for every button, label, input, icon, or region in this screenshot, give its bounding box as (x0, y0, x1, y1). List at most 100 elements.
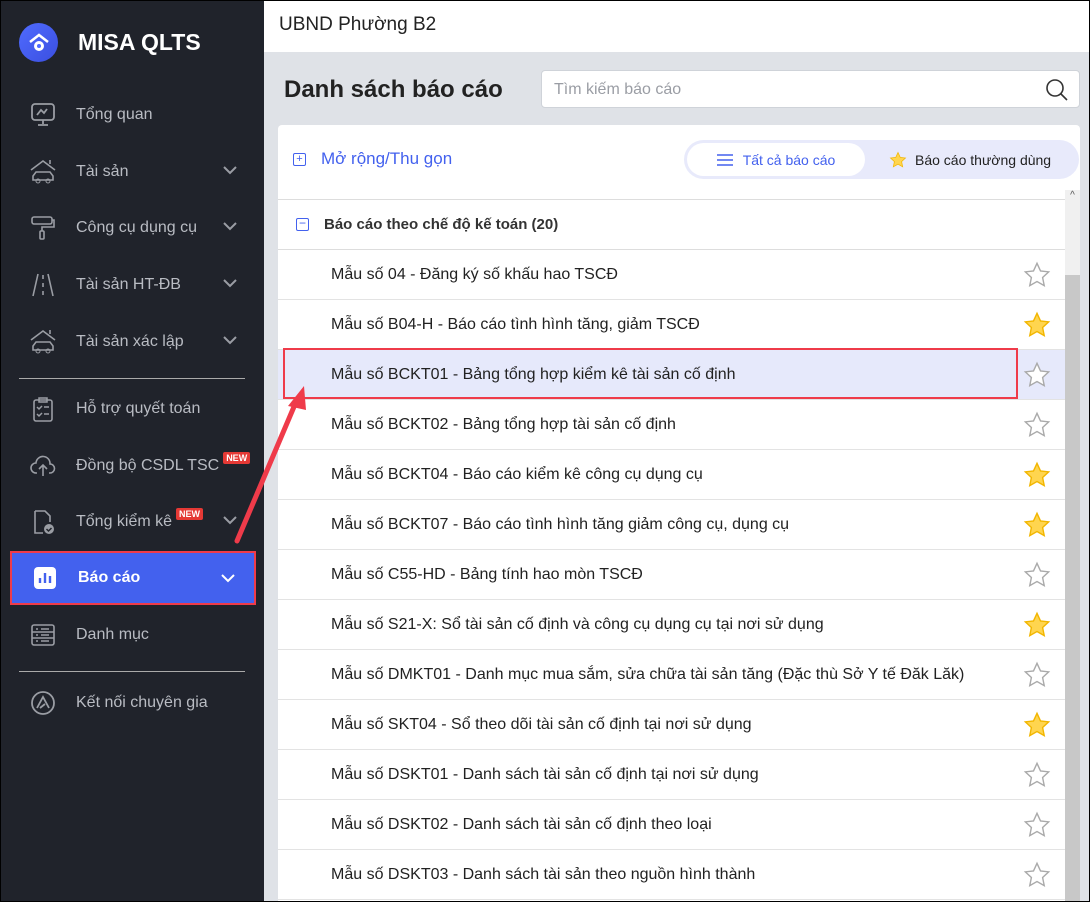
cloud-upload-icon (27, 452, 59, 480)
sidebar-item-2[interactable]: Tài sản (10, 145, 256, 199)
sidebar-item-7[interactable]: Đồng bộ CSDL TSC NEW (10, 439, 256, 493)
sidebar-item-label: Báo cáo (78, 569, 141, 586)
star-icon (889, 151, 907, 168)
search-icon[interactable] (1045, 78, 1069, 102)
star-outline-icon[interactable] (1023, 411, 1051, 439)
minus-square-icon: − (296, 217, 309, 231)
sidebar-item-9[interactable]: Báo cáo (10, 551, 256, 605)
new-badge: NEW (176, 508, 204, 520)
sidebar-item-8[interactable]: Tổng kiểm kê NEW (10, 495, 256, 549)
star-outline-icon[interactable] (1023, 811, 1051, 839)
road-icon (27, 271, 59, 299)
sidebar-item-label: Tài sản HT-ĐB (76, 276, 181, 293)
expert-icon (27, 689, 59, 717)
divider (19, 671, 245, 672)
report-title: Mẫu số DMKT01 - Danh mục mua sắm, sửa ch… (331, 665, 965, 683)
sidebar-item-6[interactable]: Hỗ trợ quyết toán (10, 382, 256, 436)
report-row[interactable]: Mẫu số B04-H - Báo cáo tình hình tăng, g… (278, 300, 1065, 350)
sidebar-item-10[interactable]: Danh mục (10, 608, 256, 662)
chevron-down-icon[interactable] (222, 162, 238, 183)
sidebar-item-label: Tài sản xác lập (76, 333, 184, 350)
star-outline-icon[interactable] (1023, 361, 1051, 389)
tab-all-reports[interactable]: Tất cả báo cáo (687, 143, 865, 176)
house-car-icon (27, 158, 59, 186)
scroll-thumb[interactable] (1065, 275, 1080, 902)
tab-label: Báo cáo thường dùng (915, 151, 1052, 168)
house-car-icon (27, 328, 59, 356)
sidebar-item-4[interactable]: Tài sản HT-ĐB (10, 258, 256, 312)
scrollbar[interactable]: ^ (1065, 190, 1080, 902)
tab-frequent-reports[interactable]: Báo cáo thường dùng (889, 140, 1051, 179)
star-filled-icon[interactable] (1023, 461, 1051, 489)
star-filled-icon[interactable] (1023, 611, 1051, 639)
report-group-header[interactable]: − Báo cáo theo chế độ kế toán (20) (278, 200, 1065, 250)
sidebar-item-label: Hỗ trợ quyết toán (76, 400, 201, 417)
report-list-card: + Mở rộng/Thu gọn Tất cả báo cáo Báo cáo … (278, 125, 1080, 902)
scroll-up-icon[interactable]: ^ (1065, 190, 1080, 205)
report-row[interactable]: Mẫu số BCKT07 - Báo cáo tình hình tăng g… (278, 500, 1065, 550)
report-title: Mẫu số DSKT01 - Danh sách tài sản cố địn… (331, 765, 759, 783)
star-outline-icon[interactable] (1023, 561, 1051, 589)
list-icon (27, 621, 59, 649)
app-name: MISA QLTS (78, 29, 201, 55)
tab-label: Tất cả báo cáo (742, 151, 836, 168)
report-row[interactable]: Mẫu số SKT04 - Sổ theo dõi tài sản cố đị… (278, 700, 1065, 750)
star-filled-icon[interactable] (1023, 711, 1051, 739)
new-badge: NEW (223, 452, 251, 464)
expand-collapse-button[interactable]: + Mở rộng/Thu gọn (293, 149, 452, 169)
report-title: Mẫu số BCKT04 - Báo cáo kiểm kê công cụ … (331, 465, 703, 483)
report-title: Mẫu số BCKT02 - Bảng tổng hợp tài sản cố… (331, 415, 676, 433)
sidebar-item-1[interactable]: Tổng quan (10, 88, 256, 142)
star-outline-icon[interactable] (1023, 861, 1051, 889)
sidebar-item-label: Đồng bộ CSDL TSC (76, 457, 220, 474)
sidebar-item-11[interactable]: Kết nối chuyên gia (10, 676, 256, 730)
star-outline-icon[interactable] (1023, 761, 1051, 789)
sidebar-item-label: Tổng quan (76, 106, 153, 123)
chevron-down-icon[interactable] (222, 512, 238, 533)
star-filled-icon[interactable] (1023, 511, 1051, 539)
sidebar-item-label: Tổng kiểm kê (76, 513, 173, 530)
report-row[interactable]: Mẫu số DSKT03 - Danh sách tài sản theo n… (278, 850, 1065, 900)
logo-house-icon (19, 23, 58, 62)
report-title: Mẫu số B04-H - Báo cáo tình hình tăng, g… (331, 315, 700, 333)
report-row[interactable]: Mẫu số S21-X: Sổ tài sản cố định và công… (278, 600, 1065, 650)
sidebar-item-label: Tài sản (76, 163, 129, 180)
chevron-down-icon[interactable] (222, 218, 238, 239)
search-input[interactable]: Tìm kiếm báo cáo (541, 70, 1080, 108)
document-check-icon (27, 508, 59, 536)
paint-roller-icon (27, 214, 59, 242)
report-title: Mẫu số 04 - Đăng ký số khấu hao TSCĐ (331, 265, 618, 283)
chevron-down-icon[interactable] (222, 332, 238, 353)
chevron-down-icon[interactable] (220, 570, 236, 591)
report-row[interactable]: Mẫu số C55-HD - Bảng tính hao mòn TSCĐ (278, 550, 1065, 600)
report-title: Mẫu số DSKT02 - Danh sách tài sản cố địn… (331, 815, 712, 833)
menu-icon (716, 153, 733, 166)
report-title: Mẫu số BCKT07 - Báo cáo tình hình tăng g… (331, 515, 790, 533)
report-row[interactable]: Mẫu số BCKT04 - Báo cáo kiểm kê công cụ … (278, 450, 1065, 500)
clipboard-check-icon (27, 395, 59, 423)
sidebar-item-label: Danh mục (76, 626, 149, 643)
report-row[interactable]: Mẫu số DSKT01 - Danh sách tài sản cố địn… (278, 750, 1065, 800)
chevron-down-icon[interactable] (222, 275, 238, 296)
report-row[interactable]: Mẫu số BCKT02 - Bảng tổng hợp tài sản cố… (278, 400, 1065, 450)
report-row[interactable]: Mẫu số DSKT02 - Danh sách tài sản cố địn… (278, 800, 1065, 850)
report-title: Mẫu số C55-HD - Bảng tính hao mòn TSCĐ (331, 565, 643, 583)
org-header: UBND Phường B2 (264, 0, 1090, 52)
sidebar-item-3[interactable]: Công cụ dụng cụ (10, 201, 256, 255)
divider (19, 378, 245, 379)
highlight-box (283, 348, 1018, 399)
plus-square-icon: + (293, 152, 306, 166)
star-filled-icon[interactable] (1023, 311, 1051, 339)
search-placeholder: Tìm kiếm báo cáo (554, 81, 682, 98)
sidebar-item-label: Công cụ dụng cụ (76, 219, 197, 236)
report-title: Mẫu số DSKT03 - Danh sách tài sản theo n… (331, 865, 756, 883)
group-label: Báo cáo theo chế độ kế toán (20) (324, 216, 559, 233)
sidebar-item-label: Kết nối chuyên gia (76, 694, 208, 711)
sidebar-item-5[interactable]: Tài sản xác lập (10, 315, 256, 369)
logo[interactable]: MISA QLTS (19, 23, 201, 62)
star-outline-icon[interactable] (1023, 661, 1051, 689)
bar-chart-icon (29, 564, 61, 592)
report-row[interactable]: Mẫu số 04 - Đăng ký số khấu hao TSCĐ (278, 250, 1065, 300)
star-outline-icon[interactable] (1023, 261, 1051, 289)
report-row[interactable]: Mẫu số DMKT01 - Danh mục mua sắm, sửa ch… (278, 650, 1065, 700)
